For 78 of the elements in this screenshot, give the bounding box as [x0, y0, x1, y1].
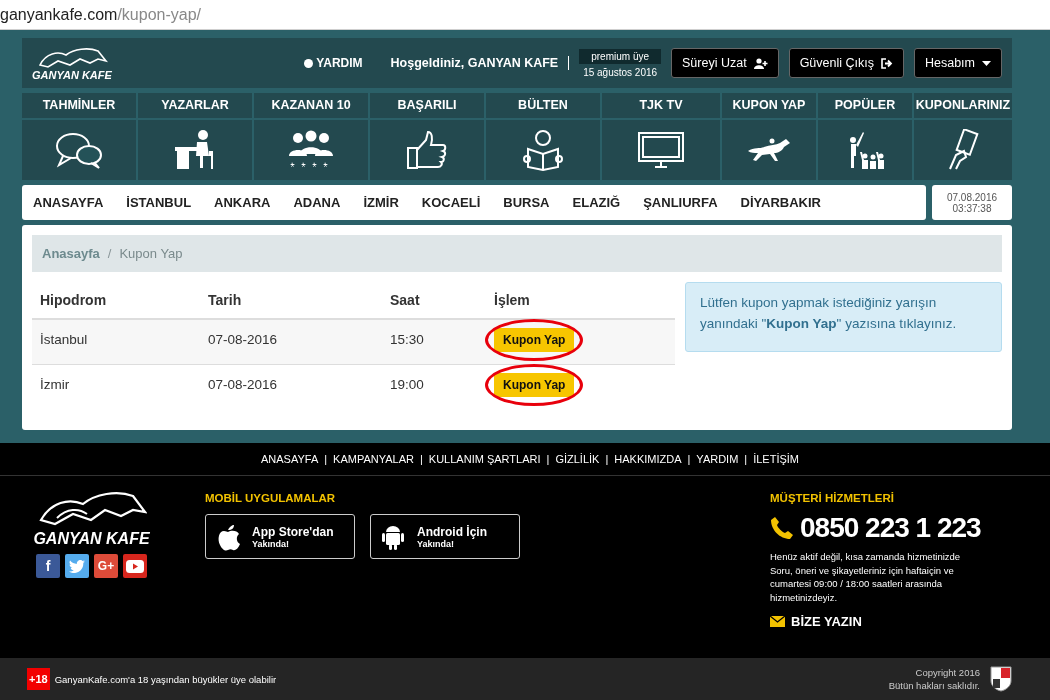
table-cell: İstanbul: [32, 319, 200, 365]
speech-bubbles-icon: [55, 131, 103, 169]
rights-text: Bütün hakları saklıdır.: [888, 680, 980, 691]
hand-with-ticket-icon: [946, 129, 980, 171]
breadcrumb-separator: /: [107, 246, 112, 261]
copyright-text: Copyright 2016: [915, 667, 980, 678]
support-notice: Henüz aktif değil, kısa zamanda hizmetinizde: [770, 550, 962, 564]
city-link[interactable]: ANASAYFA: [33, 195, 104, 210]
footer-link[interactable]: İLETİŞİM: [753, 453, 800, 465]
user-plus-icon: [753, 57, 768, 69]
extend-button[interactable]: Süreyi Uzat: [671, 48, 779, 78]
link-separator: |: [605, 453, 609, 465]
youtube-icon[interactable]: [123, 554, 147, 578]
apple-icon: [216, 522, 240, 551]
people-with-stars-icon: [286, 130, 336, 170]
link-separator: |: [546, 453, 550, 465]
footer-link[interactable]: HAKKIMIZDA: [614, 453, 682, 465]
logo-text: GANYAN KAFE: [33, 530, 150, 548]
contact-link[interactable]: BİZE YAZIN: [770, 614, 990, 629]
url-path: /kupon-yap/: [117, 5, 201, 24]
welcome-text: Hoşgeldiniz, GANYAN KAFE: [390, 56, 570, 70]
city-link[interactable]: İSTANBUL: [126, 195, 192, 210]
membership-expiry: 15 ağustos 2016: [583, 66, 658, 78]
monitor-icon: [637, 131, 685, 169]
phone-number: 0850 223 1 223: [800, 512, 981, 544]
link-separator: |: [687, 453, 691, 465]
link-separator: |: [324, 453, 328, 465]
city-link[interactable]: İZMİR: [363, 195, 399, 210]
city-link[interactable]: ELAZIĞ: [572, 195, 621, 210]
kupon-yap-button[interactable]: Kupon Yap: [494, 373, 575, 397]
app-store-button[interactable]: App Store'dan Yakında!: [205, 514, 355, 559]
footer-link[interactable]: GİZLİLİK: [555, 453, 600, 465]
twitter-icon[interactable]: [65, 554, 89, 578]
footer-link[interactable]: ANASAYFA: [260, 453, 319, 465]
membership-plan: premium üye: [579, 48, 661, 64]
help-link[interactable]: YARDIM: [304, 56, 363, 70]
table-cell: 07-08-2016: [200, 364, 382, 409]
city-link[interactable]: ANKARA: [214, 195, 271, 210]
racehorse-icon: [746, 137, 792, 163]
app-store-button[interactable]: Android İçin Yakında!: [370, 514, 520, 559]
sign-out-icon: [880, 57, 893, 69]
table-cell: İzmir: [32, 364, 200, 409]
section-title: MÜŞTERİ HİZMETLERİ: [770, 492, 895, 504]
google-plus-icon[interactable]: G+: [94, 554, 118, 578]
facebook-icon[interactable]: f: [36, 554, 60, 578]
age-notice: GanyanKafe.com'a 18 yaşından büyükler üye olabilir: [54, 673, 277, 685]
info-alert: Lütfen kupon yapmak istediğiniz yarışın yanındaki "Kupon Yap" yazısına tıklayınız.: [685, 282, 1002, 352]
url-domain: ganyankafe.com: [0, 5, 118, 24]
city-link[interactable]: KOCAELİ: [421, 195, 481, 210]
address-bar[interactable]: ganyankafe.com/kupon-yap/: [0, 0, 1050, 30]
age-badge: +18: [27, 668, 50, 690]
phone-icon: [770, 516, 794, 540]
city-link[interactable]: ŞANLIURFA: [643, 195, 718, 210]
shield-icon: [990, 666, 1012, 692]
clock-time: 03:37:38: [952, 202, 992, 214]
footer-link[interactable]: KULLANIM ŞARTLARI: [428, 453, 541, 465]
table-cell: 07-08-2016: [200, 319, 382, 365]
kupon-yap-button[interactable]: Kupon Yap: [494, 328, 575, 352]
table-cell: 19:00: [382, 364, 486, 409]
account-dropdown[interactable]: Hesabım: [913, 48, 1002, 78]
thumbs-up-icon: [406, 130, 448, 170]
logout-button[interactable]: Güvenli Çıkış: [788, 48, 904, 78]
link-separator: |: [744, 453, 748, 465]
logo-text[interactable]: GANYAN KAFE: [32, 69, 112, 81]
city-link[interactable]: ADANA: [293, 195, 341, 210]
caret-icon: [982, 60, 991, 66]
clock-date: 07.08.2016: [946, 191, 998, 203]
breadcrumb-item: Kupon Yap: [119, 246, 183, 261]
table-cell: 15:30: [382, 319, 486, 365]
person-reading-icon: [522, 129, 564, 171]
city-link[interactable]: DİYARBAKIR: [740, 195, 821, 210]
footer-link[interactable]: YARDIM: [696, 453, 739, 465]
city-link[interactable]: BURSA: [503, 195, 550, 210]
section-title: MOBİL UYGULAMALAR: [205, 492, 337, 504]
support-hours: Soru, öneri ve şikayetleriniz için haftaiçin ve cumartesi 09:00 / 18:00 saatleri arasında hizmetinizdeyiz.: [770, 563, 955, 604]
envelope-icon: [770, 616, 785, 627]
footer-link[interactable]: KAMPANYALAR: [333, 453, 414, 465]
link-separator: |: [420, 453, 423, 465]
